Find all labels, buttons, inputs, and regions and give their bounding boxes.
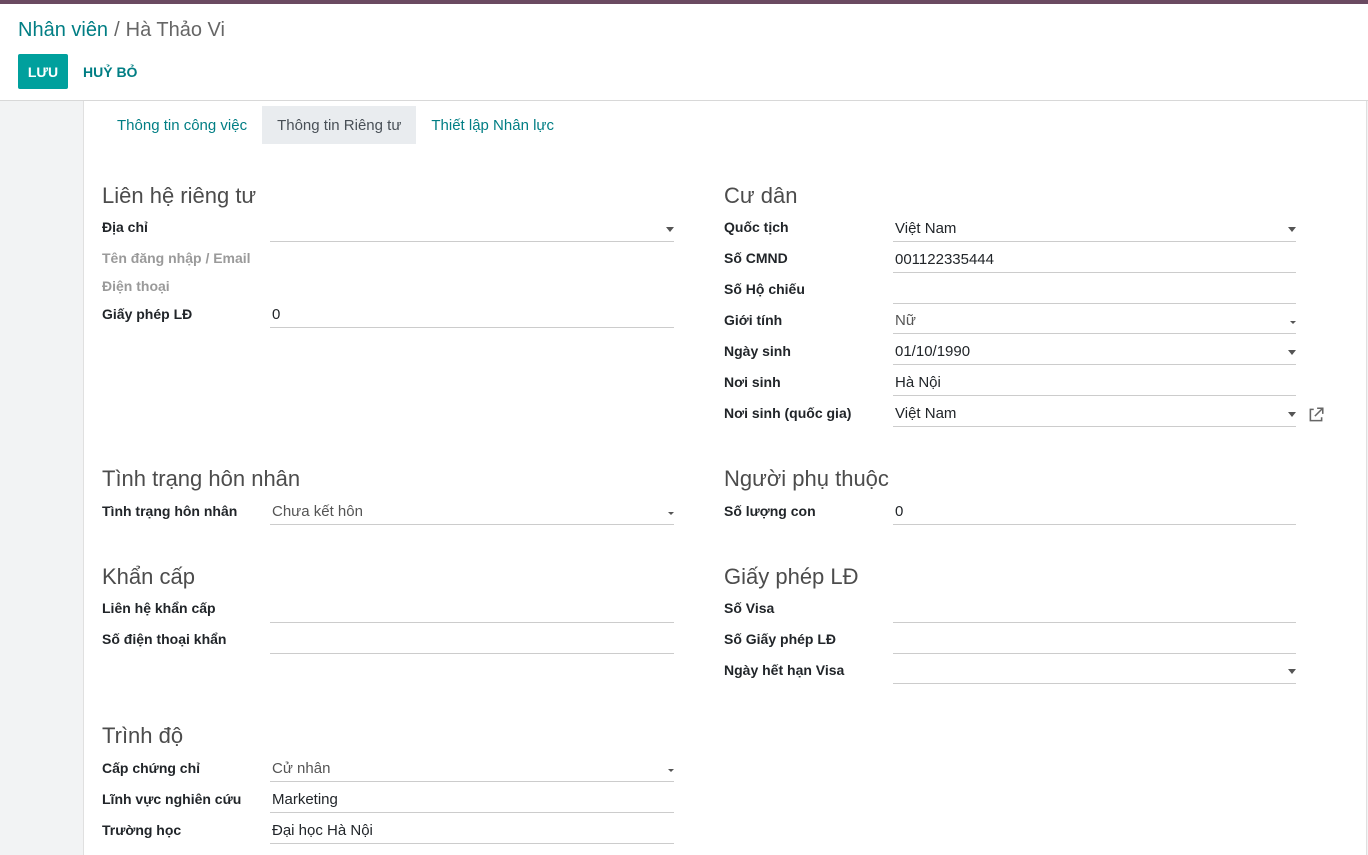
breadcrumb-current: Hà Thảo Vi	[125, 19, 225, 41]
birthplace-field[interactable]: Hà Nội	[893, 372, 1296, 396]
label-address: Địa chỉ	[102, 219, 148, 235]
marital-status-value: Chưa kết hôn	[272, 503, 363, 520]
gender-value: Nữ	[895, 312, 916, 329]
top-bar	[0, 0, 1368, 4]
visa-no-field[interactable]	[893, 599, 1296, 623]
children-count-field[interactable]: 0	[893, 501, 1296, 525]
section-title-dependents: Người phụ thuộc	[724, 466, 889, 491]
tab-bar: Thông tin công việc Thông tin Riêng tư T…	[102, 106, 569, 144]
label-marital-status: Tình trạng hôn nhân	[102, 503, 238, 519]
label-passport: Số Hộ chiếu	[724, 281, 805, 297]
breadcrumb-parent-link[interactable]: Nhân viên	[18, 19, 108, 41]
caret-down-icon	[668, 769, 674, 772]
label-emergency-phone: Số điện thoại khẩn	[102, 631, 227, 647]
section-title-marital: Tình trạng hôn nhân	[102, 466, 301, 491]
address-select[interactable]	[270, 218, 674, 242]
label-work-permit: Giấy phép LĐ	[102, 306, 193, 322]
caret-down-icon	[1288, 350, 1296, 355]
tab-private-info[interactable]: Thông tin Riêng tư	[262, 106, 417, 144]
certificate-value: Cử nhân	[272, 760, 331, 777]
label-children: Số lượng con	[724, 503, 816, 519]
save-button[interactable]: LƯU	[18, 54, 68, 89]
section-title-citizenship: Cư dân	[724, 183, 798, 208]
permit-no-field[interactable]	[893, 630, 1296, 654]
caret-down-icon	[668, 512, 674, 515]
label-visa-expire: Ngày hết hạn Visa	[724, 662, 845, 678]
school-input[interactable]: Đại học Hà Nội	[270, 820, 674, 844]
tab-hr-settings[interactable]: Thiết lập Nhân lực	[416, 106, 569, 144]
birth-country-select[interactable]: Việt Nam	[893, 403, 1296, 427]
breadcrumb-separator: /	[114, 19, 120, 41]
form-sheet: Thông tin công việc Thông tin Riêng tư T…	[83, 101, 1367, 855]
certificate-select[interactable]: Cử nhân	[270, 758, 674, 782]
caret-down-icon	[1290, 321, 1296, 324]
label-certificate: Cấp chứng chỉ	[102, 760, 201, 776]
label-birthplace: Nơi sinh	[724, 374, 781, 390]
work-permit-field[interactable]: 0	[270, 304, 674, 328]
section-title-education: Trình độ	[102, 723, 184, 748]
caret-down-icon	[666, 227, 674, 232]
visa-expire-datepicker[interactable]	[893, 660, 1296, 684]
section-title-private-contact: Liên hệ riêng tư	[102, 183, 257, 208]
label-visa-no: Số Visa	[724, 600, 775, 616]
emergency-contact-field[interactable]	[270, 599, 674, 623]
label-birthday: Ngày sinh	[724, 343, 791, 359]
label-nationality: Quốc tịch	[724, 219, 789, 235]
study-field-input[interactable]: Marketing	[270, 789, 674, 813]
label-id-number: Số CMND	[724, 250, 788, 266]
label-permit-no: Số Giấy phép LĐ	[724, 631, 837, 647]
nationality-value: Việt Nam	[895, 220, 957, 237]
birthday-datepicker[interactable]: 01/10/1990	[893, 341, 1296, 365]
birth-country-value: Việt Nam	[895, 405, 957, 422]
external-link-icon[interactable]	[1307, 406, 1325, 424]
label-emergency-contact: Liên hệ khẩn cấp	[102, 600, 216, 616]
breadcrumb: Nhân viên / Hà Thảo Vi	[18, 18, 225, 42]
id-number-field[interactable]: 001122335444	[893, 249, 1296, 273]
caret-down-icon	[1288, 227, 1296, 232]
gender-select[interactable]: Nữ	[893, 310, 1296, 334]
caret-down-icon	[1288, 669, 1296, 674]
tab-work-info[interactable]: Thông tin công việc	[102, 106, 262, 144]
section-title-work-permit: Giấy phép LĐ	[724, 564, 859, 589]
birthday-value: 01/10/1990	[895, 343, 971, 360]
label-login-email: Tên đăng nhập / Email	[102, 250, 251, 266]
label-study-field: Lĩnh vực nghiên cứu	[102, 791, 242, 807]
label-gender: Giới tính	[724, 312, 783, 328]
cancel-button[interactable]: HUỶ BỎ	[76, 54, 144, 89]
label-birth-country: Nơi sinh (quốc gia)	[724, 405, 852, 421]
label-school: Trường học	[102, 822, 182, 838]
emergency-phone-field[interactable]	[270, 630, 674, 654]
nationality-select[interactable]: Việt Nam	[893, 218, 1296, 242]
caret-down-icon	[1288, 412, 1296, 417]
passport-field[interactable]	[893, 280, 1296, 304]
section-title-emergency: Khẩn cấp	[102, 564, 195, 589]
marital-status-select[interactable]: Chưa kết hôn	[270, 501, 674, 525]
label-phone: Điện thoại	[102, 278, 170, 294]
